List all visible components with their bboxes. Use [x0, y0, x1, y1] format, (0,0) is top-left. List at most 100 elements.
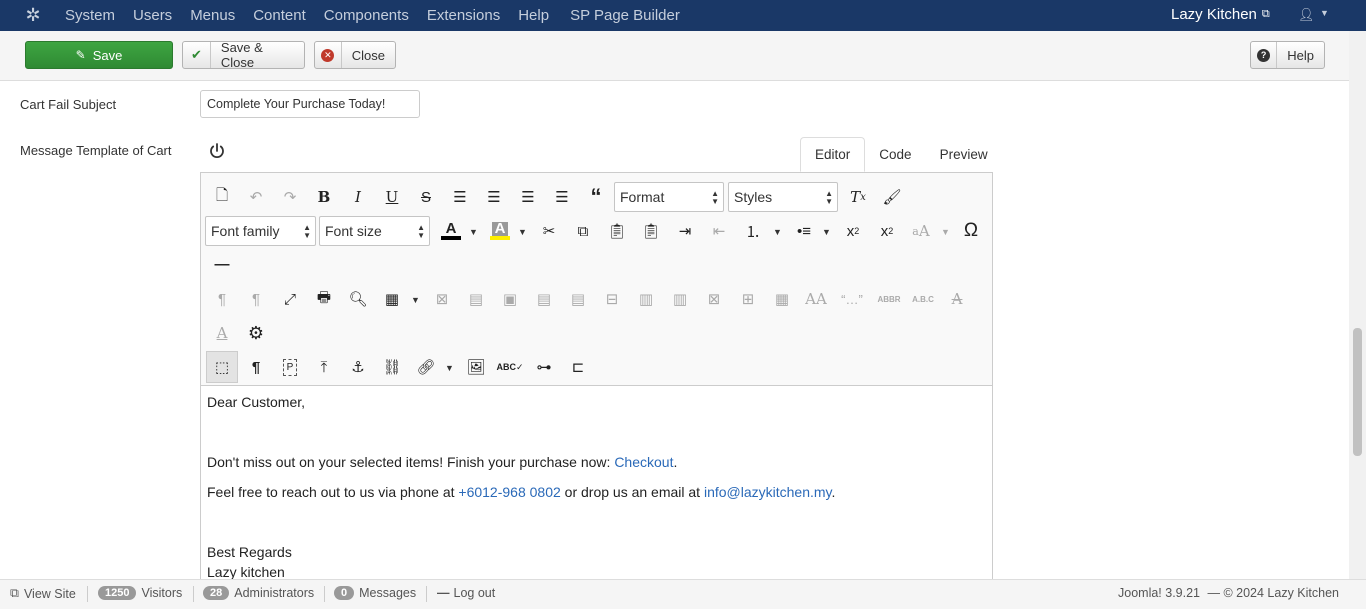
delete-table-icon[interactable]: ⊠	[427, 284, 457, 314]
outdent-icon[interactable]: ⇤	[704, 216, 734, 246]
bullet-list-icon[interactable]: •≡	[789, 216, 819, 246]
acronym-icon[interactable]: A.B.C	[908, 284, 938, 314]
superscript-icon[interactable]: x2	[872, 216, 902, 246]
view-site-link[interactable]: ⧉ View Site	[10, 586, 76, 601]
upload-icon[interactable]: ⤒	[309, 352, 339, 382]
save-button[interactable]: ✎ Save	[25, 41, 173, 69]
row-props-icon[interactable]: ▤	[461, 284, 491, 314]
settings-icon[interactable]: ⚙	[241, 318, 271, 348]
menu-components[interactable]: Components	[324, 7, 409, 24]
chevron-down-icon[interactable]: ▼	[445, 363, 454, 373]
font-family-select[interactable]: Font family ▲ ▼	[205, 216, 316, 246]
chevron-down-icon[interactable]: ▼	[822, 227, 831, 237]
strikethrough-icon[interactable]: S	[411, 182, 441, 212]
menu-extensions[interactable]: Extensions	[427, 7, 500, 24]
tab-editor[interactable]: Editor	[800, 137, 866, 172]
visitors-link[interactable]: 1250 Visitors	[98, 586, 182, 600]
paste-icon[interactable]: 📋︎	[602, 216, 632, 246]
table-icon[interactable]: ▦	[377, 284, 407, 314]
paint-format-icon[interactable]: 🖌︎	[877, 182, 907, 212]
special-character-icon[interactable]: Ω	[956, 216, 986, 246]
ltr-icon[interactable]: ¶	[207, 284, 237, 314]
format-select[interactable]: Format ▲ ▼	[614, 182, 724, 212]
page-break-icon[interactable]: ⊶	[529, 352, 559, 382]
user-icon[interactable]: 👤︎	[1298, 7, 1315, 23]
fullscreen-icon[interactable]: ⤢	[275, 284, 305, 314]
horizontal-rule-icon[interactable]: —	[207, 249, 237, 279]
administrators-link[interactable]: 28 Administrators	[203, 586, 314, 600]
text-format-icon[interactable]: A	[207, 318, 237, 348]
new-document-icon[interactable]: 🗋	[207, 182, 237, 212]
style-icon[interactable]: AA	[801, 284, 831, 314]
menu-content[interactable]: Content	[253, 7, 306, 24]
blockquote-icon[interactable]: “	[581, 182, 611, 212]
subject-input[interactable]: Complete Your Purchase Today!	[200, 90, 420, 118]
chevron-down-icon[interactable]: ▼	[411, 295, 420, 305]
help-button[interactable]: ? Help	[1250, 41, 1325, 69]
power-toggle-icon[interactable]	[208, 142, 226, 160]
styles-select[interactable]: Styles ▲ ▼	[728, 182, 838, 212]
merge-cells-icon[interactable]: ▦	[767, 284, 797, 314]
menu-users[interactable]: Users	[133, 7, 172, 24]
copy-icon[interactable]: ⧉	[568, 216, 598, 246]
joomla-logo-icon[interactable]: ✲	[24, 6, 42, 24]
align-right-icon[interactable]: ☰	[547, 182, 577, 212]
delete-row-icon[interactable]: ⊟	[597, 284, 627, 314]
align-center-icon[interactable]: ☰	[479, 182, 509, 212]
menu-system[interactable]: System	[65, 7, 115, 24]
italic-icon[interactable]: I	[343, 182, 373, 212]
close-button[interactable]: ✕ Close	[314, 41, 396, 69]
email-link[interactable]: info@lazykitchen.my	[704, 484, 832, 500]
tab-code[interactable]: Code	[865, 137, 925, 172]
insert-col-after-icon[interactable]: ▥	[665, 284, 695, 314]
tab-preview[interactable]: Preview	[926, 137, 1002, 172]
template-icon[interactable]: ⊏	[563, 352, 593, 382]
chevron-down-icon[interactable]: ▼	[1320, 8, 1329, 18]
align-left-icon[interactable]: ☰	[513, 182, 543, 212]
menu-sp-page-builder[interactable]: SP Page Builder	[570, 7, 680, 24]
undo-icon[interactable]: ↶	[241, 182, 271, 212]
chevron-down-icon[interactable]: ▼	[469, 227, 478, 237]
indent-icon[interactable]: ⇥	[670, 216, 700, 246]
show-blocks-icon[interactable]: ¶	[241, 352, 271, 382]
delete-col-icon[interactable]: ⊠	[699, 284, 729, 314]
insert-col-before-icon[interactable]: ▥	[631, 284, 661, 314]
logout-link[interactable]: — Log out	[437, 586, 495, 600]
subscript-icon[interactable]: x2	[838, 216, 868, 246]
unlink-icon[interactable]: ⛓︎	[377, 352, 407, 382]
numbered-list-icon[interactable]: ⒈	[738, 216, 768, 246]
redo-icon[interactable]: ↷	[275, 182, 305, 212]
spellcheck-icon[interactable]: ABC✓	[495, 352, 525, 382]
quote-icon[interactable]: “…”	[837, 284, 867, 314]
chevron-down-icon[interactable]: ▼	[773, 227, 782, 237]
insert-row-after-icon[interactable]: ▤	[563, 284, 593, 314]
image-icon[interactable]: 🖼︎	[461, 352, 491, 382]
cut-icon[interactable]: ✂	[534, 216, 564, 246]
menu-help[interactable]: Help	[518, 7, 549, 24]
save-close-button[interactable]: ✔ Save & Close	[182, 40, 305, 70]
messages-link[interactable]: 0 Messages	[334, 586, 416, 600]
checkout-link[interactable]: Checkout	[614, 454, 673, 470]
abbr-icon[interactable]: ABBR	[874, 284, 904, 314]
background-color-icon[interactable]: A	[485, 216, 515, 246]
site-link[interactable]: Lazy Kitchen ⧉	[1171, 6, 1270, 23]
insert-row-before-icon[interactable]: ▤	[529, 284, 559, 314]
paste-text-icon[interactable]: 📋︎	[636, 216, 666, 246]
anchor-icon[interactable]: ⚓︎	[343, 352, 373, 382]
bold-icon[interactable]: B	[309, 182, 339, 212]
find-icon[interactable]: 🔍︎	[343, 284, 373, 314]
page-scrollbar[interactable]	[1349, 31, 1366, 579]
font-case-icon[interactable]: aA	[906, 216, 936, 246]
cell-props-icon[interactable]: ▣	[495, 284, 525, 314]
phone-link[interactable]: +6012-968 0802	[458, 484, 560, 500]
text-color-icon[interactable]: A	[436, 216, 466, 246]
scrollbar-thumb[interactable]	[1353, 328, 1362, 456]
menu-menus[interactable]: Menus	[190, 7, 235, 24]
chevron-down-icon[interactable]: ▼	[941, 227, 950, 237]
paragraph-block-icon[interactable]: P	[275, 352, 305, 382]
link-icon[interactable]: 🔗︎	[411, 352, 441, 382]
rtl-icon[interactable]: ¶	[241, 284, 271, 314]
justify-icon[interactable]: ☰	[445, 182, 475, 212]
split-cells-icon[interactable]: ⊞	[733, 284, 763, 314]
underline-icon[interactable]: U	[377, 182, 407, 212]
